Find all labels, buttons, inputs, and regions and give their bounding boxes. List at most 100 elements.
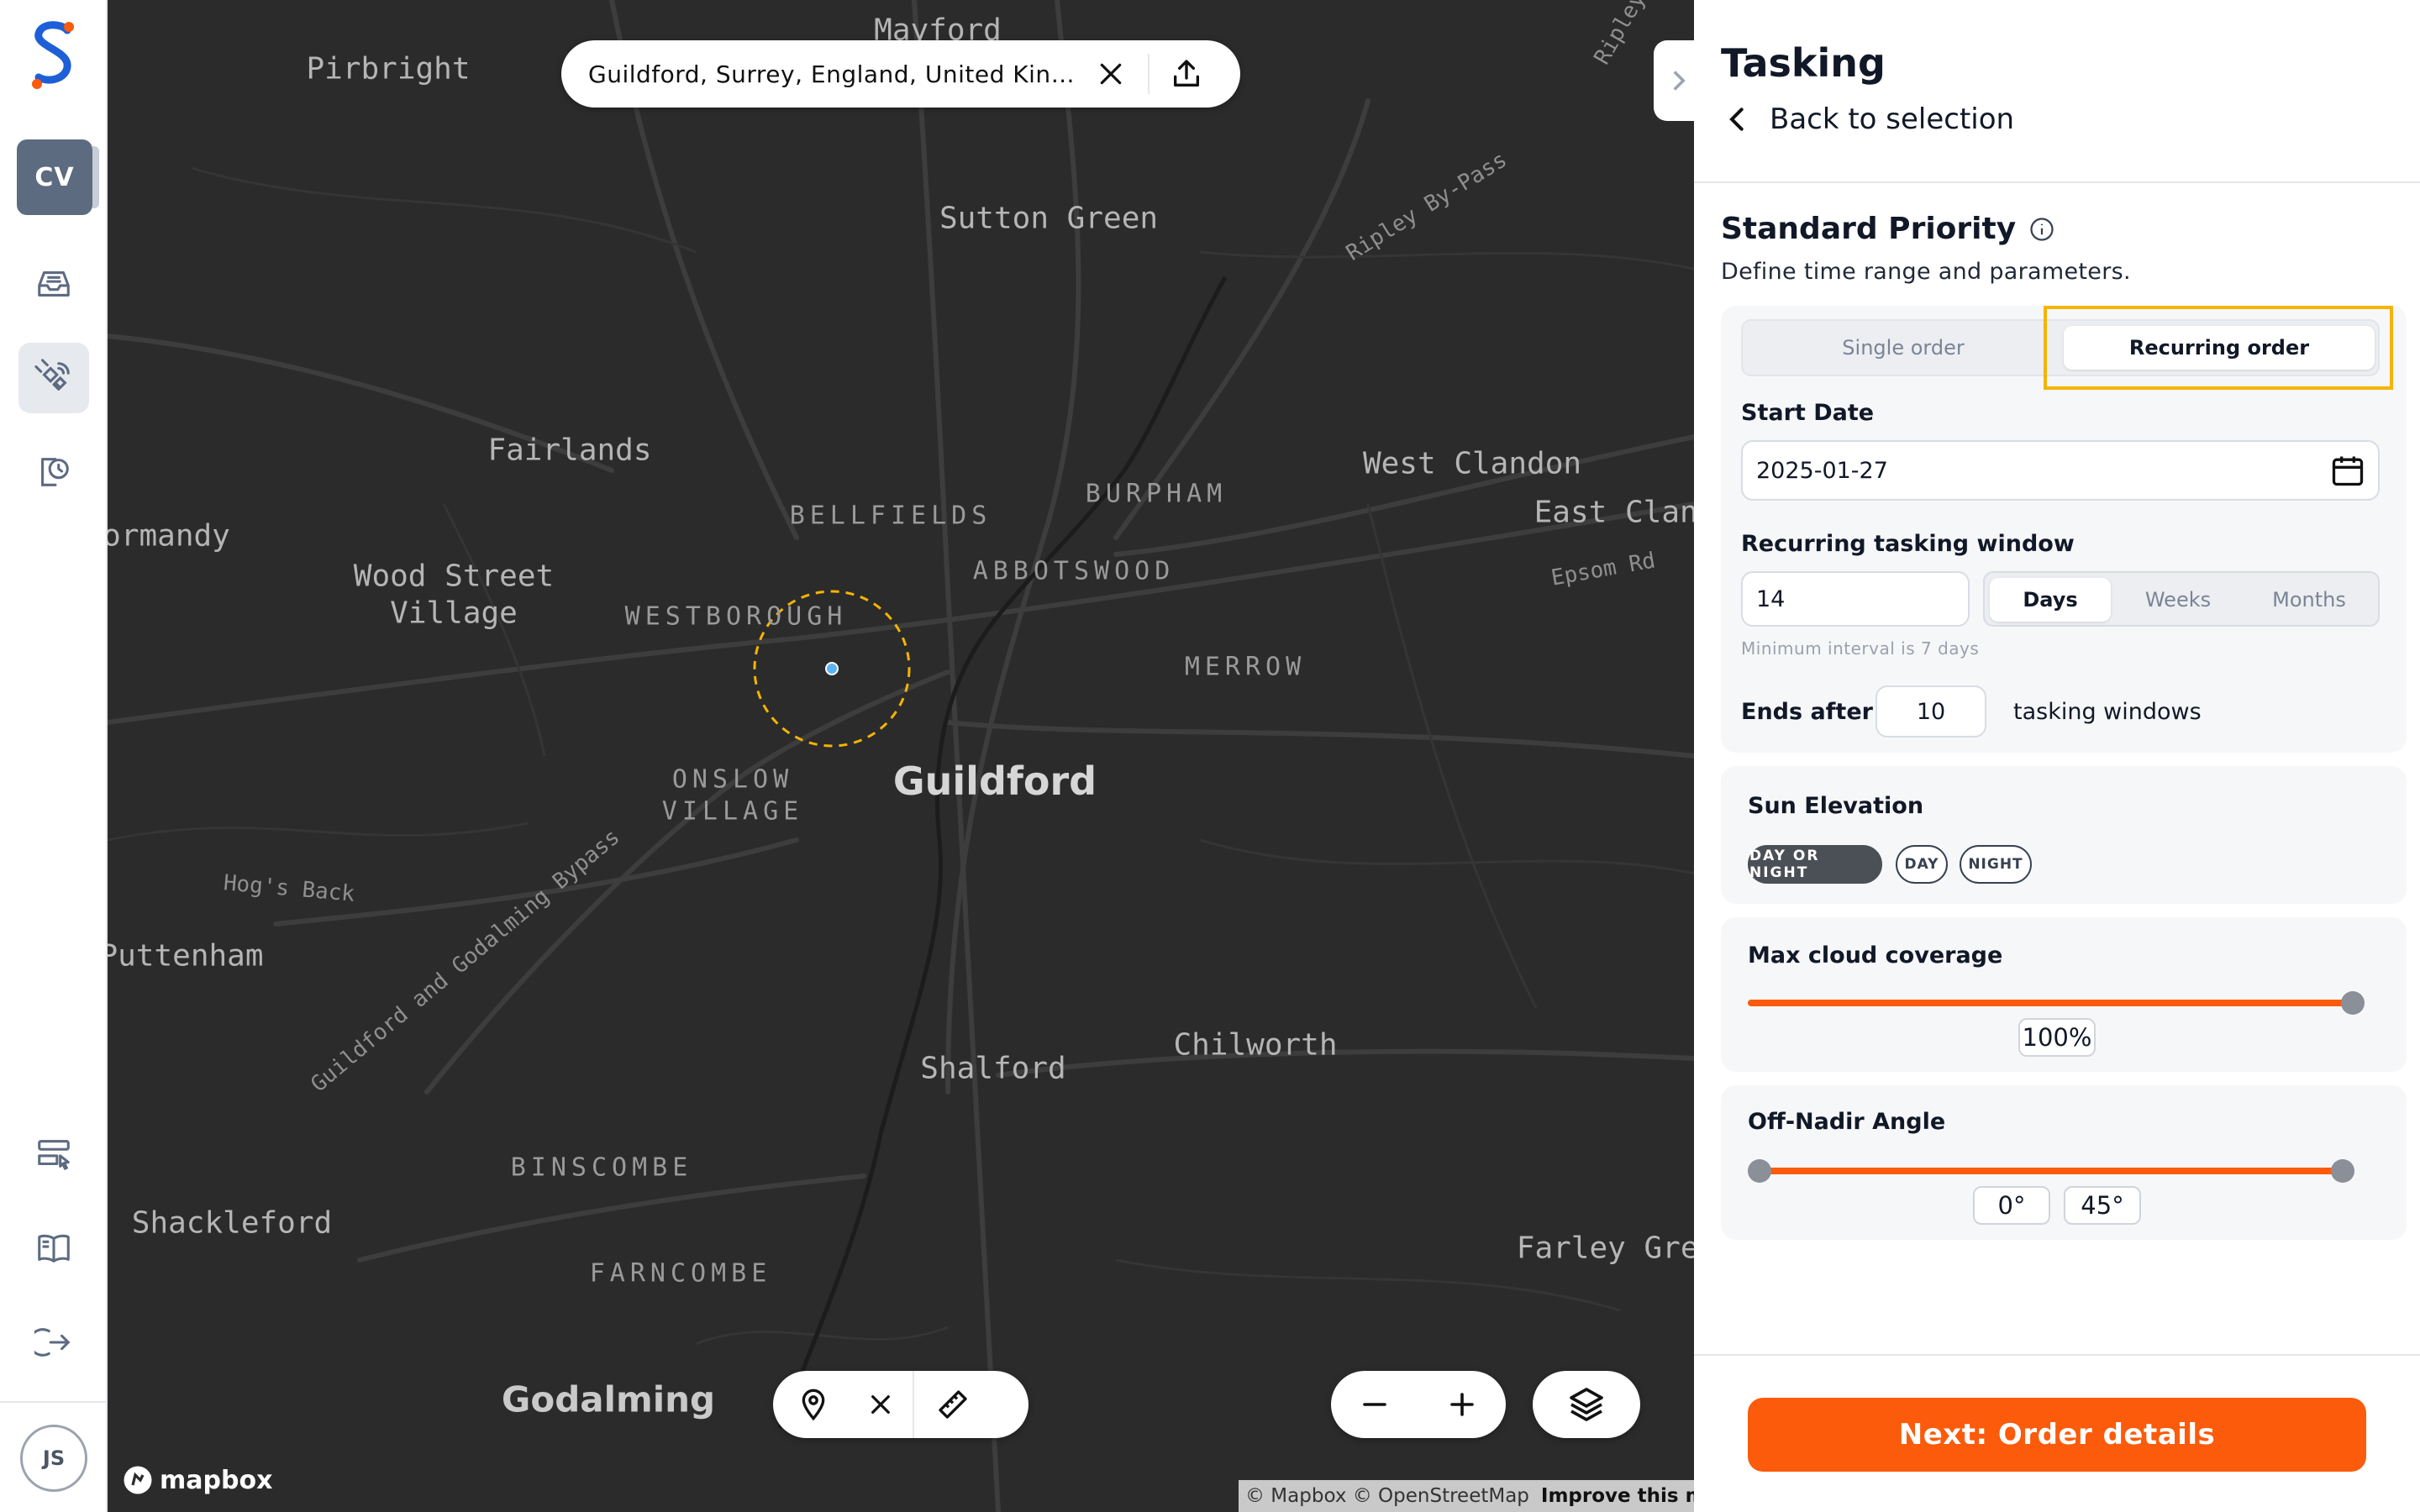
panel-divider bbox=[1694, 181, 2420, 183]
back-to-selection-link[interactable]: Back to selection bbox=[1728, 102, 2014, 136]
unit-days-option[interactable]: Days bbox=[1990, 578, 2111, 622]
panel-title: Tasking bbox=[1721, 40, 1886, 86]
off-nadir-max-value: 45° bbox=[2064, 1186, 2141, 1225]
mapbox-logo[interactable]: mapbox bbox=[123, 1465, 272, 1495]
map-label: ormandy bbox=[108, 518, 230, 554]
map-label: Puttenham bbox=[108, 938, 264, 974]
window-label: Recurring tasking window bbox=[1741, 531, 2075, 557]
map-label: ONSLOW bbox=[671, 764, 794, 795]
app-logo-icon[interactable] bbox=[29, 18, 79, 91]
location-search[interactable]: Guildford, Surrey, England, United Kingd… bbox=[561, 40, 1240, 108]
ruler-icon bbox=[939, 1390, 967, 1419]
tasking-panel: Tasking Back to selection Standard Prior… bbox=[1694, 0, 2420, 1512]
close-icon bbox=[1100, 63, 1122, 85]
cloud-coverage-card: Max cloud coverage 100% bbox=[1721, 917, 2407, 1072]
close-icon bbox=[871, 1395, 890, 1414]
map-label: BELLFIELDS bbox=[789, 501, 992, 531]
calendar-icon[interactable] bbox=[2329, 452, 2366, 489]
docs-button[interactable] bbox=[18, 1213, 89, 1284]
sun-elevation-card: Sun Elevation DAY OR NIGHT DAY NIGHT bbox=[1721, 766, 2407, 904]
ends-after-suffix: tasking windows bbox=[2013, 699, 2202, 725]
cloud-coverage-slider[interactable] bbox=[1748, 1000, 2353, 1006]
layers-icon bbox=[1570, 1388, 1603, 1421]
history-icon bbox=[41, 458, 69, 486]
start-date-label: Start Date bbox=[1741, 400, 1875, 426]
ends-after-input[interactable]: 10 bbox=[1876, 685, 1986, 738]
inbox-button[interactable] bbox=[18, 249, 89, 319]
history-button[interactable] bbox=[18, 437, 89, 507]
place-pin-button[interactable] bbox=[778, 1371, 849, 1438]
section-title: Standard Priority bbox=[1721, 212, 2054, 246]
measure-button[interactable] bbox=[914, 1371, 992, 1438]
cloud-coverage-label: Max cloud coverage bbox=[1748, 942, 2003, 969]
map-label: Shackleford bbox=[131, 1205, 333, 1241]
map-label: Fairlands bbox=[487, 433, 652, 468]
improve-map-link[interactable]: Improve this map bbox=[1541, 1485, 1694, 1507]
map-canvas[interactable]: Mayford Pirbright Sutton Green Ripley By… bbox=[108, 0, 1694, 1512]
map-pin-icon bbox=[802, 1389, 825, 1421]
zoom-controls bbox=[1331, 1371, 1506, 1438]
unit-weeks-option[interactable]: Weeks bbox=[2116, 578, 2240, 622]
map-label: Shalford bbox=[920, 1051, 1066, 1086]
map-label: West Clandon bbox=[1362, 446, 1582, 481]
chevron-left-icon bbox=[1729, 108, 1744, 131]
clear-search-button[interactable] bbox=[1084, 47, 1138, 101]
next-order-details-button[interactable]: Next: Order details bbox=[1748, 1398, 2366, 1472]
tasking-button[interactable] bbox=[18, 343, 89, 413]
map-label: BINSCOMBE bbox=[510, 1152, 693, 1183]
logout-icon bbox=[34, 1328, 71, 1357]
start-date-value: 2025-01-27 bbox=[1756, 457, 1888, 484]
map-label: East Cland bbox=[1534, 495, 1694, 530]
map-label: Sutton Green bbox=[939, 201, 1159, 236]
off-nadir-card: Off-Nadir Angle 0° 45° bbox=[1721, 1085, 2407, 1240]
aoi-center-marker bbox=[825, 662, 839, 675]
sun-day-chip[interactable]: DAY bbox=[1896, 845, 1948, 884]
zoom-out-button[interactable] bbox=[1331, 1371, 1418, 1438]
start-date-field[interactable]: 2025-01-27 bbox=[1741, 440, 2380, 501]
off-nadir-slider[interactable] bbox=[1760, 1168, 2343, 1174]
layers-button[interactable] bbox=[1533, 1371, 1640, 1438]
clear-shape-button[interactable] bbox=[849, 1371, 913, 1438]
plus-icon bbox=[1450, 1393, 1474, 1416]
window-unit-toggle: Days Weeks Months bbox=[1983, 571, 2380, 627]
map-label: WESTBOROUGH bbox=[624, 601, 848, 632]
nav-rail: CV JS bbox=[0, 0, 108, 1512]
sun-night-chip[interactable]: NIGHT bbox=[1960, 845, 2032, 884]
book-icon bbox=[38, 1234, 70, 1263]
window-length-input[interactable]: 14 bbox=[1741, 571, 1970, 627]
section-title-text: Standard Priority bbox=[1721, 212, 2017, 246]
info-icon[interactable] bbox=[2029, 217, 2054, 242]
attribution-text: © Mapbox © OpenStreetMap bbox=[1245, 1485, 1529, 1507]
logout-button[interactable] bbox=[18, 1307, 89, 1378]
map-label-city: Godalming bbox=[501, 1378, 716, 1420]
map-label: Farley Gree bbox=[1516, 1231, 1694, 1266]
mapbox-logo-text: mapbox bbox=[160, 1465, 273, 1495]
cloud-coverage-value: 100% bbox=[2018, 1018, 2096, 1057]
minus-icon bbox=[1363, 1403, 1386, 1406]
map-label: Chilworth bbox=[1173, 1027, 1338, 1063]
map-label: ABBOTSWOOD bbox=[972, 556, 1176, 586]
sun-elevation-label: Sun Elevation bbox=[1748, 793, 1924, 819]
off-nadir-min-thumb[interactable] bbox=[1748, 1159, 1771, 1183]
orders-button[interactable] bbox=[18, 1119, 89, 1189]
recurring-order-option[interactable]: Recurring order bbox=[2064, 326, 2375, 370]
single-order-option[interactable]: Single order bbox=[1748, 326, 2059, 370]
cloud-coverage-thumb[interactable] bbox=[2341, 991, 2365, 1015]
unit-months-option[interactable]: Months bbox=[2245, 578, 2373, 622]
draw-tools bbox=[773, 1371, 1028, 1438]
upload-aoi-button[interactable] bbox=[1160, 47, 1213, 101]
map-label: FARNCOMBE bbox=[589, 1258, 772, 1289]
section-subtitle: Define time range and parameters. bbox=[1721, 259, 2131, 285]
user-avatar[interactable]: JS bbox=[20, 1425, 87, 1492]
map-label-city: Guildford bbox=[892, 759, 1097, 804]
ends-after-label: Ends after bbox=[1741, 699, 1873, 725]
footer-divider bbox=[1694, 1354, 2420, 1356]
off-nadir-max-thumb[interactable] bbox=[2331, 1159, 2354, 1183]
sun-day-or-night-chip[interactable]: DAY OR NIGHT bbox=[1748, 845, 1882, 884]
zoom-in-button[interactable] bbox=[1418, 1371, 1506, 1438]
workspace-badge[interactable]: CV bbox=[17, 139, 99, 215]
list-pointer-icon bbox=[38, 1140, 70, 1170]
off-nadir-min-value: 0° bbox=[1973, 1186, 2050, 1225]
map-label: MERROW bbox=[1184, 652, 1307, 682]
location-search-input[interactable]: Guildford, Surrey, England, United Kingd… bbox=[588, 60, 1084, 88]
